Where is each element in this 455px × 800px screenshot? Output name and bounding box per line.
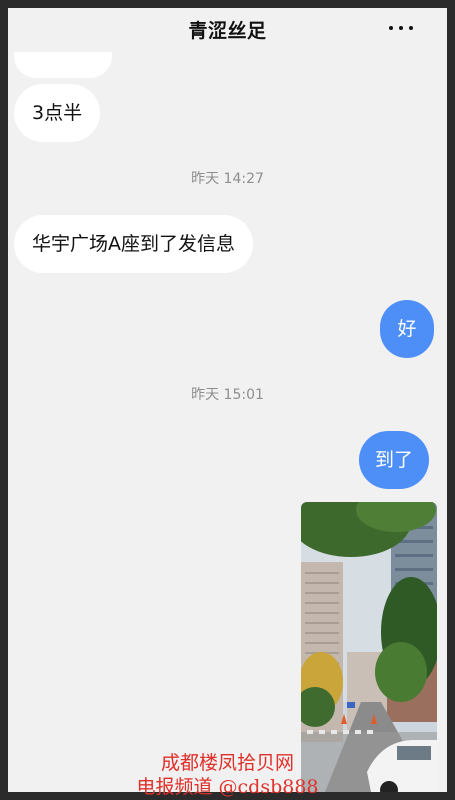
message-timestamp: 昨天 14:27 [191,171,264,187]
chat-window: 青涩丝足 3点半 昨天 14:27 华宇广场A座到了发信息 好 昨天 15:01… [8,8,447,792]
message-text: 到了 [375,449,414,471]
chat-title: 青涩丝足 [188,20,267,42]
message-bubble-incoming[interactable]: 华宇广场A座到了发信息 [14,215,253,273]
message-text: 3点半 [32,102,83,124]
message-text: 好 [397,318,417,340]
watermark-line-1: 成都楼凤拾贝网 [160,752,294,774]
more-horizontal-icon[interactable] [389,26,413,32]
message-bubble-outgoing[interactable]: 好 [380,300,434,358]
chat-header: 青涩丝足 [8,8,447,52]
message-timestamp: 昨天 15:01 [191,387,264,403]
watermark-line-2: 电报频道 @cdsb888 [136,776,319,798]
message-text: 华宇广场A座到了发信息 [32,233,235,255]
message-bubble-incoming[interactable]: 3点半 [14,84,101,142]
message-bubble-outgoing[interactable]: 到了 [359,431,430,489]
